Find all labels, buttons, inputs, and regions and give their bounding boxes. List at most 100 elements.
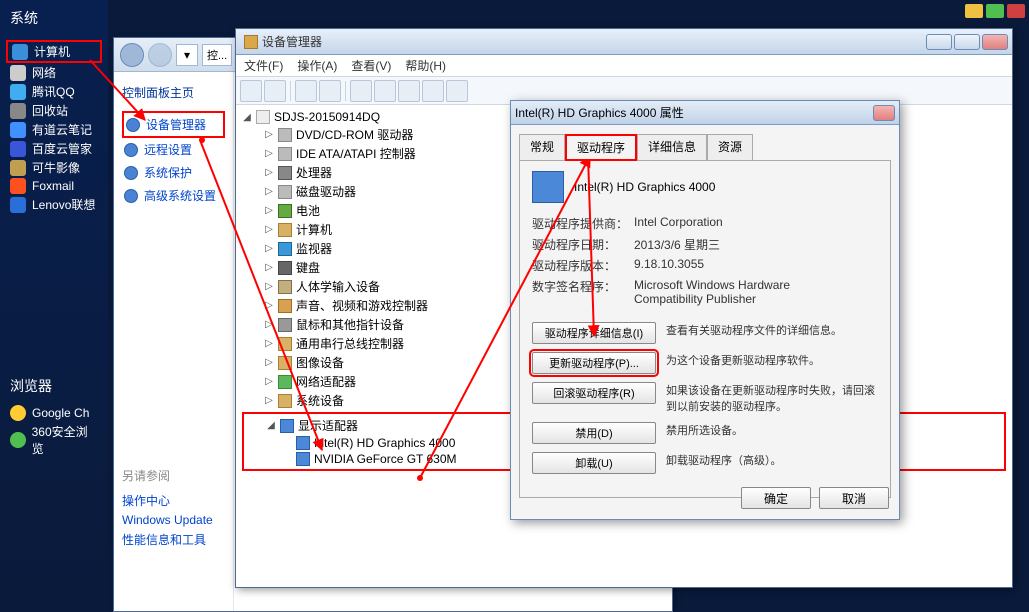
pc-icon xyxy=(278,223,292,237)
tray-icon[interactable] xyxy=(986,4,1004,18)
toolbar-disable[interactable] xyxy=(422,80,444,102)
expand-icon[interactable]: ▷ xyxy=(264,206,274,216)
desktop-item-youdao[interactable]: 有道云笔记 xyxy=(6,120,102,139)
expand-icon[interactable]: ▷ xyxy=(264,149,274,159)
desktop-item-keniu[interactable]: 可牛影像 xyxy=(6,158,102,177)
tab-general[interactable]: 常规 xyxy=(519,134,565,161)
expand-icon[interactable]: ▷ xyxy=(264,168,274,178)
toolbar-scan[interactable] xyxy=(350,80,372,102)
uninstall-button[interactable]: 卸载(U) xyxy=(532,452,656,474)
expand-icon[interactable]: ▷ xyxy=(264,187,274,197)
shield-icon xyxy=(124,166,138,180)
desktop-item-baidu[interactable]: 百度云管家 xyxy=(6,139,102,158)
menu-help[interactable]: 帮助(H) xyxy=(405,57,446,74)
dm-titlebar[interactable]: 设备管理器 xyxy=(236,29,1012,55)
desktop-item-qq[interactable]: 腾讯QQ xyxy=(6,82,102,101)
prop-panel: Intel(R) HD Graphics 4000 驱动程序提供商：Intel … xyxy=(519,160,891,498)
tree-root-label: SDJS-20150914DQ xyxy=(274,110,380,124)
expand-icon[interactable]: ▷ xyxy=(264,263,274,273)
toolbar-update[interactable] xyxy=(374,80,396,102)
toolbar-forward[interactable] xyxy=(264,80,286,102)
desktop-item-computer[interactable]: 计算机 xyxy=(6,40,102,63)
see-also-action-center[interactable]: 操作中心 xyxy=(122,490,225,511)
keyboard-icon xyxy=(278,261,292,275)
toolbar-properties[interactable] xyxy=(295,80,317,102)
prop-titlebar[interactable]: Intel(R) HD Graphics 4000 属性 xyxy=(511,101,899,125)
expand-icon[interactable]: ▷ xyxy=(264,339,274,349)
toolbar-misc[interactable] xyxy=(446,80,468,102)
360-icon xyxy=(10,432,26,448)
sidebar-item-device-manager[interactable]: 设备管理器 xyxy=(122,111,225,138)
see-also-windows-update[interactable]: Windows Update xyxy=(122,511,225,529)
desktop-item-label: 可牛影像 xyxy=(32,159,80,176)
update-driver-button[interactable]: 更新驱动程序(P)... xyxy=(532,352,656,374)
toolbar-help[interactable] xyxy=(319,80,341,102)
maximize-button[interactable] xyxy=(954,34,980,50)
forward-button[interactable] xyxy=(148,43,172,67)
value-signer: Microsoft Windows Hardware Compatibility… xyxy=(634,278,834,306)
toolbar-uninstall[interactable] xyxy=(398,80,420,102)
browser-section-title: 浏览器 xyxy=(0,368,108,400)
cloud-icon xyxy=(10,141,26,157)
tray-icon[interactable] xyxy=(1007,4,1025,18)
desc-details: 查看有关驱动程序文件的详细信息。 xyxy=(666,322,878,338)
tree-node-label: 通用串行总线控制器 xyxy=(296,335,404,352)
desktop-item-360[interactable]: 360安全浏览 xyxy=(6,422,102,458)
see-also-performance[interactable]: 性能信息和工具 xyxy=(122,529,225,550)
tree-node-label: 磁盘驱动器 xyxy=(296,183,356,200)
display-icon xyxy=(296,436,310,450)
desktop-item-label: 计算机 xyxy=(34,43,70,60)
expand-icon[interactable]: ▷ xyxy=(264,301,274,311)
device-icon xyxy=(532,171,564,203)
menu-action[interactable]: 操作(A) xyxy=(297,57,337,74)
tree-node-label: 图像设备 xyxy=(296,354,344,371)
minimize-button[interactable] xyxy=(926,34,952,50)
rollback-driver-button[interactable]: 回滚驱动程序(R) xyxy=(532,382,656,404)
cancel-button[interactable]: 取消 xyxy=(819,487,889,509)
breadcrumb[interactable]: 控... xyxy=(202,44,232,66)
menu-view[interactable]: 查看(V) xyxy=(351,57,391,74)
computer-icon xyxy=(12,44,28,60)
tab-details[interactable]: 详细信息 xyxy=(637,134,707,161)
ok-button[interactable]: 确定 xyxy=(741,487,811,509)
menu-file[interactable]: 文件(F) xyxy=(244,57,283,74)
desktop-item-chrome[interactable]: Google Ch xyxy=(6,404,102,422)
expand-icon[interactable]: ▷ xyxy=(264,244,274,254)
sidebar-item-advanced[interactable]: 高级系统设置 xyxy=(122,184,225,207)
breadcrumb-icon[interactable]: ▾ xyxy=(176,44,198,66)
collapse-icon[interactable]: ◢ xyxy=(242,112,252,122)
desktop-item-label: 有道云笔记 xyxy=(32,121,92,138)
driver-details-button[interactable]: 驱动程序详细信息(I) xyxy=(532,322,656,344)
back-button[interactable] xyxy=(120,43,144,67)
sidebar-item-remote[interactable]: 远程设置 xyxy=(122,138,225,161)
expand-icon[interactable]: ▷ xyxy=(264,130,274,140)
expand-icon[interactable]: ▷ xyxy=(264,282,274,292)
close-button[interactable] xyxy=(982,34,1008,50)
desktop-item-network[interactable]: 网络 xyxy=(6,63,102,82)
tray-icon[interactable] xyxy=(965,4,983,18)
expand-icon[interactable]: ▷ xyxy=(264,377,274,387)
expand-icon[interactable]: ▷ xyxy=(264,358,274,368)
desktop-item-foxmail[interactable]: Foxmail xyxy=(6,177,102,195)
desktop-item-label: 百度云管家 xyxy=(32,140,92,157)
expand-icon[interactable]: ▷ xyxy=(264,225,274,235)
tab-resources[interactable]: 资源 xyxy=(707,134,753,161)
label-provider: 驱动程序提供商： xyxy=(532,215,634,232)
disable-button[interactable]: 禁用(D) xyxy=(532,422,656,444)
toolbar-back[interactable] xyxy=(240,80,262,102)
desc-rollback: 如果该设备在更新驱动程序时失败，请回滚到以前安装的驱动程序。 xyxy=(666,382,878,414)
expand-icon[interactable]: ▷ xyxy=(264,396,274,406)
prop-tabs: 常规 驱动程序 详细信息 资源 xyxy=(511,125,899,160)
tree-node-label: 计算机 xyxy=(296,221,332,238)
desktop-item-trash[interactable]: 回收站 xyxy=(6,101,102,120)
expand-icon[interactable]: ▷ xyxy=(264,320,274,330)
camera-icon xyxy=(278,356,292,370)
tab-driver[interactable]: 驱动程序 xyxy=(565,134,637,161)
sidebar-item-protection[interactable]: 系统保护 xyxy=(122,161,225,184)
tree-item-label: NVIDIA GeForce GT 630M xyxy=(314,452,457,466)
close-button[interactable] xyxy=(873,105,895,121)
cp-sidebar: 控制面板主页 设备管理器 远程设置 系统保护 高级系统设置 另请参阅 操作中心 … xyxy=(114,72,234,611)
collapse-icon[interactable]: ◢ xyxy=(266,421,276,431)
sidebar-item-label: 高级系统设置 xyxy=(144,187,216,204)
desktop-item-lenovo[interactable]: Lenovo联想 xyxy=(6,195,102,214)
